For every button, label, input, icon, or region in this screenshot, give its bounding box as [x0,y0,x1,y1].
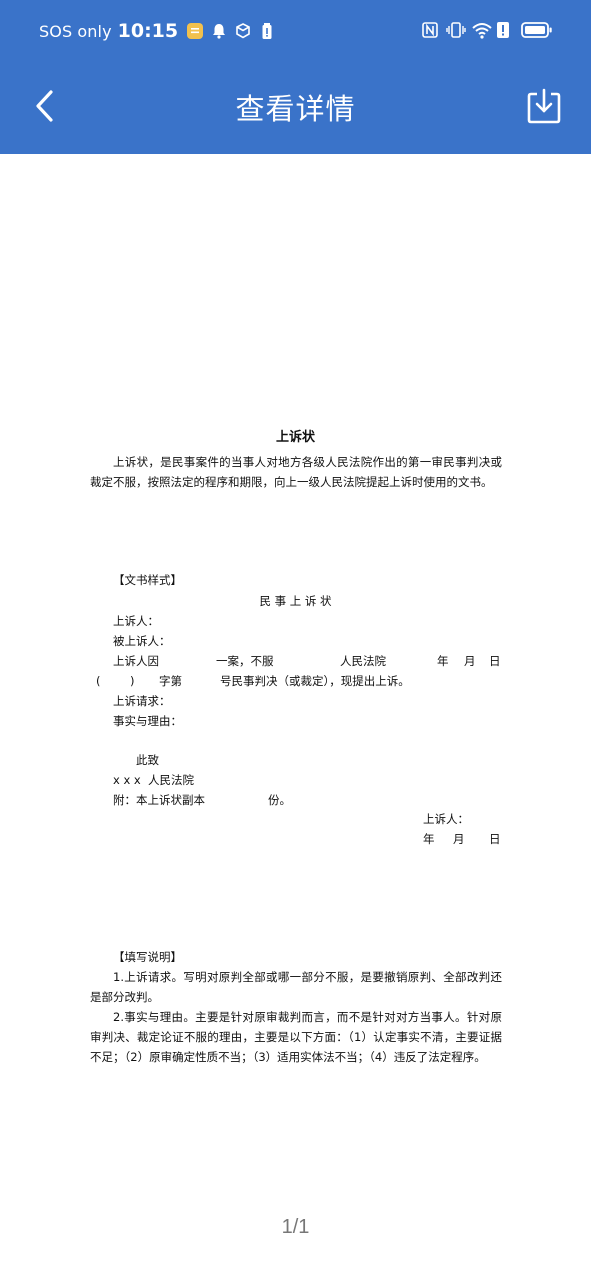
request-line: 上诉请求： [113,694,171,708]
battery-alert-icon [258,22,276,40]
case-text: 上诉人因 [113,654,159,668]
clock: 10:15 [117,20,179,42]
closing-line: 此致 [136,753,159,767]
vibrate-icon [446,21,466,39]
signature-line: 上诉人： [423,812,469,826]
sample-heading: 【文书样式】 [113,573,182,587]
attachment-count: 份。 [268,793,291,807]
sign-year: 年 [423,832,435,846]
carrier-label: SOS only [39,21,112,41]
form-title: 民 事 上 诉 状 [259,594,332,608]
app-bar: 查看详情 [0,66,591,154]
document-intro: 上诉状，是民事案件的当事人对地方各级人民法院作出的第一审民事判决或裁定不服，按照… [90,455,502,489]
nfc-icon [421,21,439,39]
status-bar: SOS only 10:15 [0,0,591,66]
case-month: 月 [464,654,476,668]
facts-line: 事实与理由： [113,714,182,728]
top-bar: SOS only 10:15 查看详情 [0,0,591,154]
wifi-icon [471,21,492,39]
document-viewer[interactable]: 上诉状 上诉状，是民事案件的当事人对地方各级人民法院作出的第一审民事判决或裁定不… [0,154,591,1280]
case-text: ) [130,674,135,688]
case-day: 日 [489,654,501,668]
document-title: 上诉状 [275,430,315,445]
case-text: 字第 [159,674,182,688]
download-icon [527,88,561,124]
battery-icon [521,21,553,39]
note-item: 2.事实与理由。主要是针对原审裁判而言，而不是针对对方当事人。针对原审判决、裁定… [90,1010,502,1064]
appellant-line: 上诉人： [113,614,159,628]
attachment-line: 附：本上诉状副本 [113,793,205,807]
case-text: 人民法院 [340,654,386,668]
page-title: 查看详情 [235,92,356,126]
cube-icon [234,22,252,40]
case-text: ( [96,674,101,688]
appellee-line: 被上诉人： [113,634,171,648]
bell-icon [210,22,228,40]
case-text: 一案，不服 [216,654,274,668]
notes-heading: 【填写说明】 [113,950,182,964]
case-text: 号民事判决（或裁定），现提出上诉。 [220,674,410,688]
court-line: x x x 人民法院 [113,773,195,787]
sign-day: 日 [489,832,501,846]
alert-icon [496,21,514,39]
case-year: 年 [437,654,449,668]
download-button[interactable] [526,86,562,126]
notification-app-icon [186,22,204,40]
page-indicator: 1/1 [281,1216,310,1238]
sign-month: 月 [453,832,465,846]
note-item: 1.上诉请求。写明对原判全部或哪一部分不服，是要撤销原判、全部改判还是部分改判。 [90,970,502,1004]
